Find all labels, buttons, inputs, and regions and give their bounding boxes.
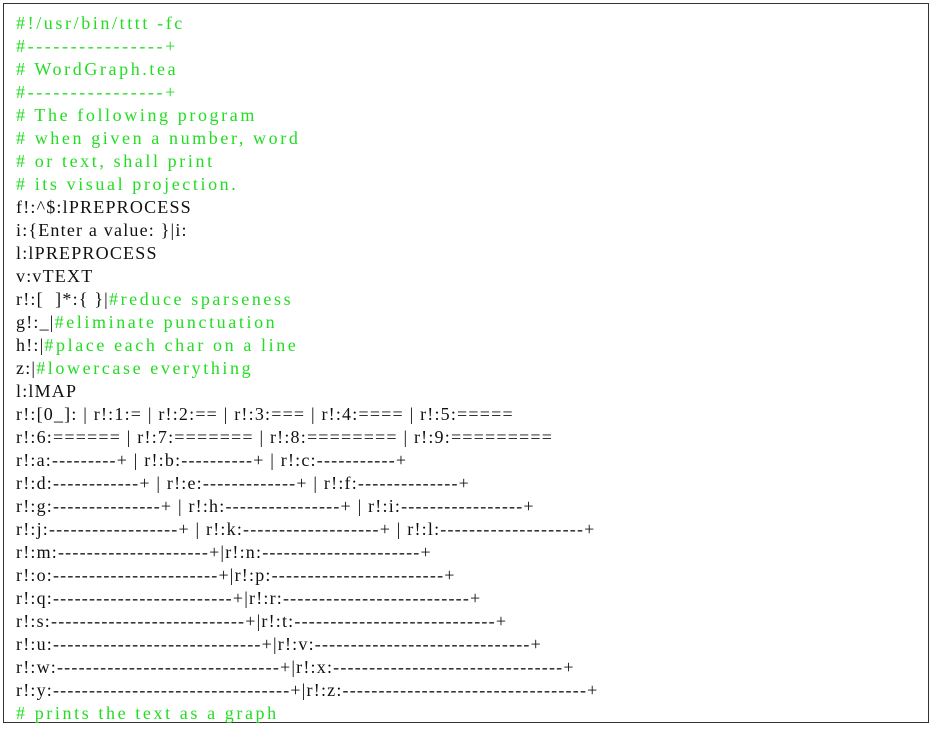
- code-line: r!:d:------------+ | r!:e:-------------+…: [16, 472, 598, 495]
- code-text: r!:j:------------------+ | r!:k:--------…: [16, 519, 596, 539]
- code-text: z:|: [16, 358, 37, 378]
- code-comment: #----------------+: [16, 36, 178, 56]
- code-comment: # The following program: [16, 105, 257, 125]
- code-line: r!:q:-------------------------+|r!:r:---…: [16, 587, 598, 610]
- code-text: h!:|: [16, 335, 45, 355]
- code-line: #!/usr/bin/tttt -fc: [16, 12, 598, 35]
- code-comment: #lowercase everything: [36, 358, 254, 378]
- code-comment: # WordGraph.tea: [16, 59, 179, 79]
- code-line: # The following program: [16, 104, 598, 127]
- code-comment: #reduce sparseness: [108, 289, 294, 309]
- code-line: #----------------+: [16, 35, 598, 58]
- code-text: r!:s:---------------------------+|r!:t:-…: [16, 611, 508, 631]
- code-line: g!:_|#eliminate punctuation: [16, 311, 598, 334]
- code-line: l:lMAP: [16, 380, 598, 403]
- code-text: i:{Enter a value: }|i:: [16, 220, 188, 240]
- code-line: r!:g:---------------+ | r!:h:-----------…: [16, 495, 598, 518]
- code-text: r!:m:---------------------+|r!:n:-------…: [16, 542, 432, 562]
- code-line: r!:j:------------------+ | r!:k:--------…: [16, 518, 598, 541]
- code-text: r!:a:---------+ | r!:b:----------+ | r!:…: [16, 450, 408, 470]
- code-line: #----------------+: [16, 81, 598, 104]
- code-line: r!:o:-----------------------+|r!:p:-----…: [16, 564, 598, 587]
- code-line: r!:u:-----------------------------+|r!:v…: [16, 633, 598, 656]
- code-comment: # or text, shall print: [16, 151, 215, 171]
- code-text: r!:[ ]*:{ }|: [16, 289, 109, 309]
- code-text: r!:q:-------------------------+|r!:r:---…: [16, 588, 482, 608]
- code-comment: # prints the text as a graph: [16, 703, 279, 723]
- code-text: r!:[0_]: | r!:1:= | r!:2:== | r!:3:=== |…: [16, 404, 514, 424]
- code-line: r!:[ ]*:{ }|#reduce sparseness: [16, 288, 598, 311]
- code-text: v:vTEXT: [16, 266, 94, 286]
- code-line: r!:m:---------------------+|r!:n:-------…: [16, 541, 598, 564]
- code-line: z:|#lowercase everything: [16, 357, 598, 380]
- code-listing: #!/usr/bin/tttt -fc #----------------+ # W…: [16, 12, 598, 725]
- code-line: r!:a:---------+ | r!:b:----------+ | r!:…: [16, 449, 598, 472]
- code-line: # prints the text as a graph: [16, 702, 598, 725]
- code-text: f!:^$:lPREPROCESS: [16, 197, 192, 217]
- code-line: # when given a number, word: [16, 127, 598, 150]
- code-line: v:vTEXT: [16, 265, 598, 288]
- code-line: # its visual projection.: [16, 173, 598, 196]
- code-line: h!:|#place each char on a line: [16, 334, 598, 357]
- code-text: r!:u:-----------------------------+|r!:v…: [16, 634, 542, 654]
- code-comment: #!/usr/bin/tttt -fc: [16, 13, 185, 33]
- code-line: # WordGraph.tea: [16, 58, 598, 81]
- code-text: r!:o:-----------------------+|r!:p:-----…: [16, 565, 456, 585]
- code-listing-frame: #!/usr/bin/tttt -fc #----------------+ # W…: [3, 3, 929, 723]
- code-line: r!:6:====== | r!:7:======= | r!:8:======…: [16, 426, 598, 449]
- code-comment: #place each char on a line: [44, 335, 299, 355]
- code-line: r!:[0_]: | r!:1:= | r!:2:== | r!:3:=== |…: [16, 403, 598, 426]
- code-text: g!:_|: [16, 312, 55, 332]
- code-line: f!:^$:lPREPROCESS: [16, 196, 598, 219]
- code-comment: # its visual projection.: [16, 174, 239, 194]
- code-text: r!:g:---------------+ | r!:h:-----------…: [16, 496, 535, 516]
- code-text: r!:w:-------------------------------+|r!…: [16, 657, 575, 677]
- code-text: r!:y:---------------------------------+|…: [16, 680, 599, 700]
- code-comment: #eliminate punctuation: [54, 312, 278, 332]
- code-text: r!:6:====== | r!:7:======= | r!:8:======…: [16, 427, 554, 447]
- code-text: r!:d:------------+ | r!:e:-------------+…: [16, 473, 470, 493]
- code-line: r!:w:-------------------------------+|r!…: [16, 656, 598, 679]
- code-line: r!:s:---------------------------+|r!:t:-…: [16, 610, 598, 633]
- code-line: i:{Enter a value: }|i:: [16, 219, 598, 242]
- code-line: r!:y:---------------------------------+|…: [16, 679, 598, 702]
- code-line: l:lPREPROCESS: [16, 242, 598, 265]
- code-comment: # when given a number, word: [16, 128, 301, 148]
- code-line: # or text, shall print: [16, 150, 598, 173]
- code-comment: #----------------+: [16, 82, 178, 102]
- code-text: l:lPREPROCESS: [16, 243, 158, 263]
- code-text: l:lMAP: [16, 381, 78, 401]
